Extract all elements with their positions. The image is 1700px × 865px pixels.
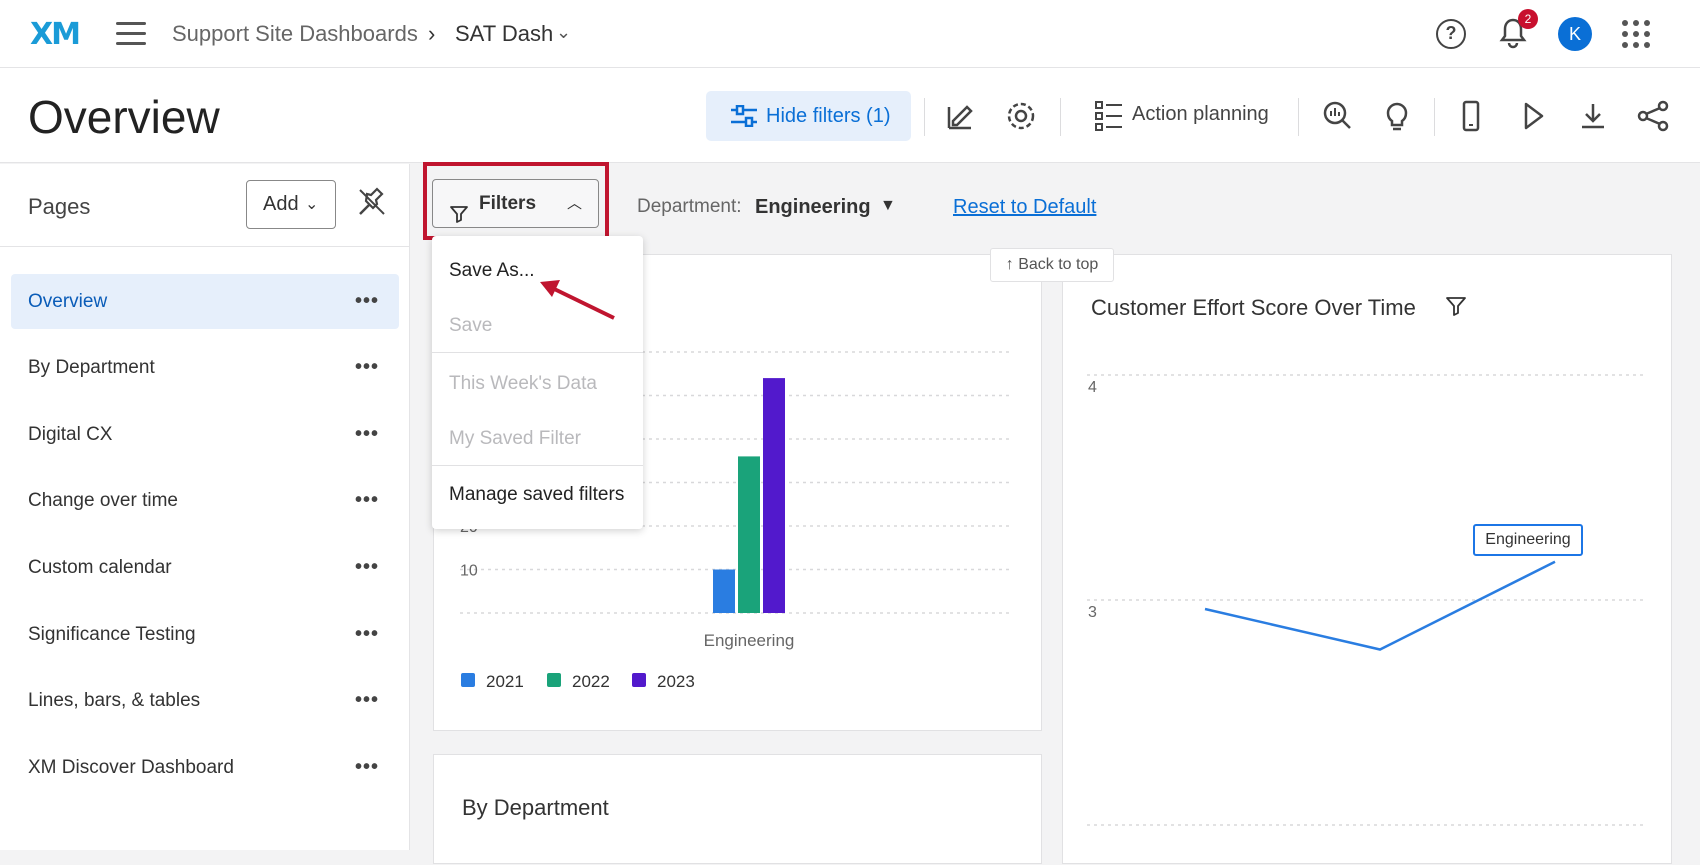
chevron-down-icon[interactable]: ▼	[880, 197, 896, 215]
divider	[432, 352, 643, 353]
avatar[interactable]: K	[1558, 17, 1592, 51]
add-label: Add	[263, 193, 299, 215]
card-title: By Department	[462, 795, 609, 820]
menu-item-save: Save	[449, 315, 493, 336]
divider	[1298, 98, 1299, 136]
legend-swatch	[461, 673, 475, 687]
share-icon[interactable]	[1636, 99, 1670, 133]
title-bar: Overview Hide filters (1) Action plannin…	[0, 68, 1700, 163]
divider	[1434, 98, 1435, 136]
menu-item-saved-filter: This Week's Data	[449, 373, 597, 394]
x-category-label: Engineering	[704, 631, 795, 650]
department-filter-value[interactable]: Engineering	[755, 196, 871, 219]
more-options-icon[interactable]: •••	[355, 407, 379, 462]
menu-item-save-as[interactable]: Save As...	[449, 260, 535, 282]
by-department-card: By Department	[433, 754, 1042, 864]
annotation-arrow-icon	[540, 280, 615, 320]
divider	[1060, 98, 1061, 136]
y-tick-label: 4	[1088, 379, 1097, 396]
play-icon[interactable]	[1516, 99, 1550, 133]
more-options-icon[interactable]: •••	[355, 740, 379, 795]
y-tick-label: 3	[1088, 604, 1097, 621]
legend-label: 2022	[572, 672, 610, 691]
divider	[432, 465, 643, 466]
apps-grid-icon[interactable]	[1622, 20, 1650, 48]
sidebar-item-change-over-time[interactable]: Change over time •••	[11, 473, 399, 528]
hide-filters-label: Hide filters (1)	[766, 105, 891, 127]
divider	[924, 98, 925, 136]
series-label: Engineering	[1473, 524, 1583, 556]
top-bar: XM Support Site Dashboards › SAT Dash ⌄ …	[0, 0, 1700, 68]
sidebar-item-digital-cx[interactable]: Digital CX •••	[11, 407, 399, 462]
department-filter-label: Department:	[637, 196, 742, 217]
gear-icon[interactable]	[1004, 99, 1038, 133]
action-planning-icon[interactable]	[1094, 99, 1124, 138]
sidebar-item-label: XM Discover Dashboard	[28, 757, 234, 778]
back-to-top-button[interactable]: ↑ Back to top	[990, 248, 1114, 282]
lightbulb-icon[interactable]	[1380, 99, 1414, 133]
divider	[0, 246, 410, 247]
chevron-down-icon: ⌄	[305, 196, 319, 213]
help-icon[interactable]: ?	[1436, 19, 1466, 49]
sidebar-item-label: By Department	[28, 357, 155, 378]
more-options-icon[interactable]: •••	[355, 540, 379, 595]
breadcrumb-separator: ›	[428, 21, 436, 46]
legend-swatch	[547, 673, 561, 687]
bar	[738, 456, 760, 613]
breadcrumb-parent[interactable]: Support Site Dashboards	[172, 21, 418, 47]
page-title: Overview	[28, 91, 220, 143]
sidebar-item-label: Change over time	[28, 490, 178, 511]
sidebar-item-label: Significance Testing	[28, 624, 196, 645]
add-page-button[interactable]: Add ⌄	[246, 180, 336, 229]
sidebar-item-custom-calendar[interactable]: Custom calendar •••	[11, 540, 399, 595]
sidebar-item-significance-testing[interactable]: Significance Testing •••	[11, 607, 399, 662]
search-insights-icon[interactable]	[1320, 99, 1354, 133]
sidebar-item-by-department[interactable]: By Department •••	[11, 340, 399, 395]
more-options-icon[interactable]: •••	[355, 340, 379, 395]
filter-sliders-icon	[731, 105, 757, 127]
sidebar-item-label: Custom calendar	[28, 557, 172, 578]
menu-item-manage-saved-filters[interactable]: Manage saved filters	[449, 484, 624, 506]
sidebar-item-overview[interactable]: Overview •••	[11, 274, 399, 329]
edit-icon[interactable]	[944, 99, 978, 133]
pages-sidebar: Pages Add ⌄ Overview ••• By Department •…	[0, 164, 410, 850]
breadcrumb-current[interactable]: SAT Dash	[455, 21, 553, 47]
notification-badge: 2	[1518, 9, 1538, 29]
hamburger-menu-icon[interactable]	[116, 22, 146, 46]
line-chart: 43	[1087, 374, 1643, 826]
more-options-icon[interactable]: •••	[355, 473, 379, 528]
legend-label: 2023	[657, 672, 695, 691]
sidebar-item-label: Digital CX	[28, 424, 113, 445]
pages-title: Pages	[28, 194, 91, 219]
sidebar-item-xm-discover-dashboard[interactable]: XM Discover Dashboard •••	[11, 740, 399, 795]
y-tick-label: 10	[460, 563, 478, 580]
series-line	[1204, 560, 1556, 651]
pin-icon[interactable]	[356, 186, 388, 223]
more-options-icon[interactable]: •••	[355, 673, 379, 728]
highlight-box	[423, 162, 609, 240]
sidebar-item-label: Overview	[28, 291, 108, 312]
reset-to-default-link[interactable]: Reset to Default	[953, 196, 1096, 219]
legend-label: 2021	[486, 672, 524, 691]
download-icon[interactable]	[1576, 99, 1610, 133]
xm-logo[interactable]: XM	[30, 17, 81, 52]
action-planning-button[interactable]: Action planning	[1132, 103, 1269, 126]
hide-filters-button[interactable]: Hide filters (1)	[706, 91, 911, 141]
sidebar-item-lines-bars-tables[interactable]: Lines, bars, & tables •••	[11, 673, 399, 728]
legend-swatch	[632, 673, 646, 687]
more-options-icon[interactable]: •••	[355, 607, 379, 662]
bar	[713, 569, 735, 613]
line-chart-card: Customer Effort Score Over Time 43	[1062, 254, 1672, 864]
sidebar-item-label: Lines, bars, & tables	[28, 690, 201, 711]
menu-item-saved-filter: My Saved Filter	[449, 428, 581, 449]
mobile-preview-icon[interactable]	[1454, 99, 1488, 133]
bar	[763, 378, 785, 613]
chevron-down-icon[interactable]: ⌄	[556, 22, 571, 43]
more-options-icon[interactable]: •••	[355, 274, 379, 329]
